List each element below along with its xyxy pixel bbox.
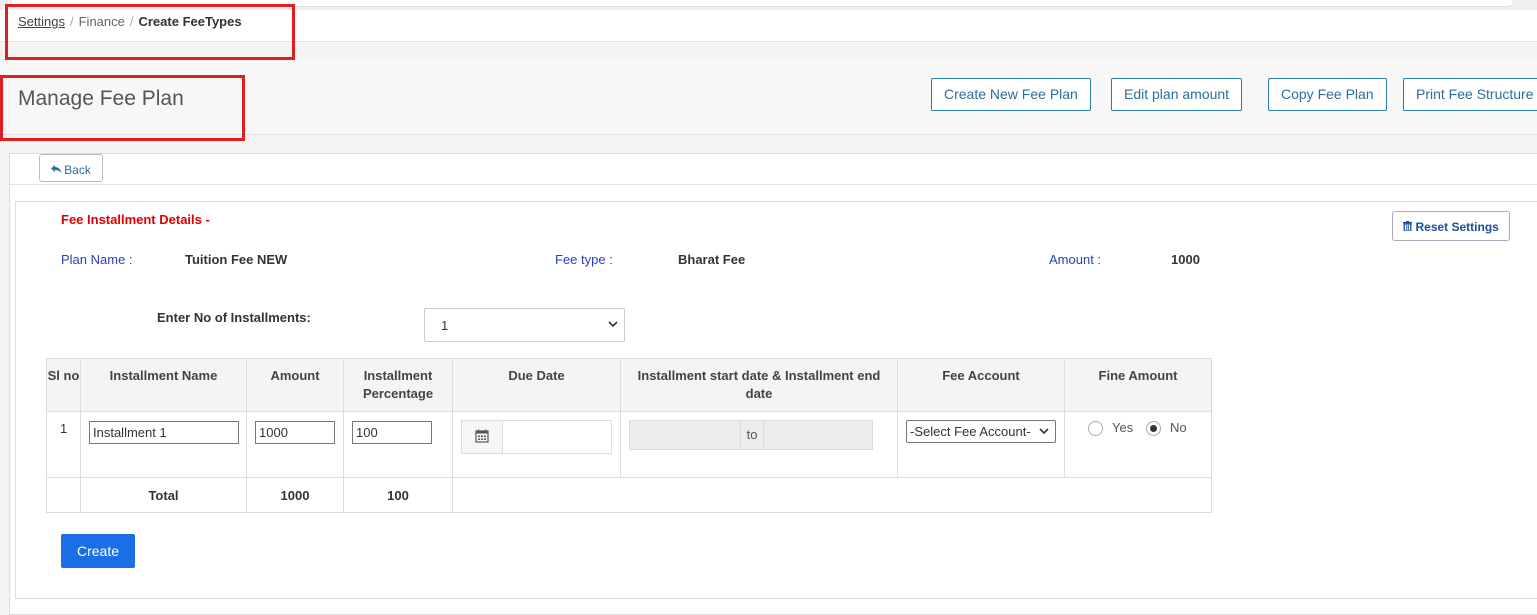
amount-label: Amount :	[1049, 252, 1102, 267]
table-row: 1 Installment 1 1000 100 to -Select Fee …	[46, 411, 1212, 478]
fee-type-value: Bharat Fee	[678, 252, 746, 267]
fee-type-label: Fee type :	[555, 252, 613, 267]
range-separator: to	[740, 421, 764, 449]
fine-no-radio[interactable]	[1146, 421, 1161, 436]
cell-fine-amount: Yes No	[1064, 411, 1212, 478]
chevron-down-icon	[1037, 425, 1049, 438]
total-percentage: 100	[343, 477, 453, 513]
amount-value: 1000	[1171, 252, 1200, 267]
installments-count-value: 1	[441, 318, 449, 333]
fee-account-value: -Select Fee Account-	[910, 424, 1031, 439]
due-date-picker[interactable]	[461, 420, 612, 454]
installments-count-select[interactable]: 1	[424, 308, 625, 342]
header-date-range: Installment start date & Installment end…	[620, 358, 898, 412]
create-button[interactable]: Create	[61, 534, 135, 568]
total-empty-cell	[46, 477, 81, 513]
fine-yes-radio[interactable]	[1088, 421, 1103, 436]
fine-no-label: No	[1170, 420, 1187, 435]
total-spacer	[452, 477, 1212, 513]
cell-date-range: to	[620, 411, 898, 478]
header-amount: Amount	[246, 358, 344, 412]
calendar-icon[interactable]	[462, 421, 503, 453]
row-slno: 1	[60, 421, 68, 436]
annotation-box-title	[0, 75, 245, 141]
plan-name-label: Plan Name :	[61, 252, 133, 267]
installment-date-range[interactable]: to	[629, 420, 873, 450]
cell-amount: 1000	[246, 411, 344, 478]
reply-arrow-icon	[51, 156, 62, 184]
section-title: Fee Installment Details -	[61, 212, 210, 227]
installment-percentage-input[interactable]: 100	[352, 421, 432, 444]
header-slno: Sl no	[46, 358, 81, 412]
installment-name-input[interactable]: Installment 1	[89, 421, 239, 444]
header-fine-amount: Fine Amount	[1064, 358, 1212, 412]
installment-section: Fee Installment Details - Reset Settings…	[15, 201, 1537, 599]
reset-settings-button[interactable]: Reset Settings	[1392, 211, 1510, 241]
installment-table: Sl no Installment Name Amount Installmen…	[46, 358, 1212, 513]
fine-yes-label: Yes	[1112, 420, 1134, 435]
cell-fee-account: -Select Fee Account-	[897, 411, 1065, 478]
table-header-row: Sl no Installment Name Amount Installmen…	[46, 358, 1212, 412]
plan-name-value: Tuition Fee NEW	[185, 252, 288, 267]
annotation-box-breadcrumb	[5, 4, 295, 60]
create-new-fee-plan-button[interactable]: Create New Fee Plan	[931, 78, 1091, 111]
total-label: Total	[80, 477, 247, 513]
reset-settings-label: Reset Settings	[1415, 219, 1499, 234]
cell-percentage: 100	[343, 411, 453, 478]
cell-installment-name: Installment 1	[80, 411, 247, 478]
main-panel: Back Fee Installment Details - Reset Set…	[9, 153, 1537, 615]
installment-amount-input[interactable]: 1000	[255, 421, 335, 444]
edit-plan-amount-button[interactable]: Edit plan amount	[1111, 78, 1243, 111]
print-fee-structure-button[interactable]: Print Fee Structure	[1403, 78, 1537, 111]
copy-fee-plan-button[interactable]: Copy Fee Plan	[1268, 78, 1387, 111]
header-fee-account: Fee Account	[897, 358, 1065, 412]
trash-icon	[1403, 213, 1413, 241]
total-amount: 1000	[246, 477, 344, 513]
header-percentage: Installment Percentage	[343, 358, 453, 412]
cell-slno: 1	[46, 411, 81, 478]
chevron-down-icon	[608, 319, 618, 331]
fee-account-select[interactable]: -Select Fee Account-	[906, 420, 1056, 443]
header-installment-name: Installment Name	[80, 358, 247, 412]
installments-count-label: Enter No of Installments:	[157, 310, 311, 325]
back-label: Back	[64, 162, 91, 177]
table-total-row: Total 1000 100	[46, 477, 1212, 513]
cell-due-date	[452, 411, 621, 478]
back-button[interactable]: Back	[39, 154, 103, 182]
divider	[10, 184, 1537, 185]
header-due-date: Due Date	[452, 358, 621, 412]
